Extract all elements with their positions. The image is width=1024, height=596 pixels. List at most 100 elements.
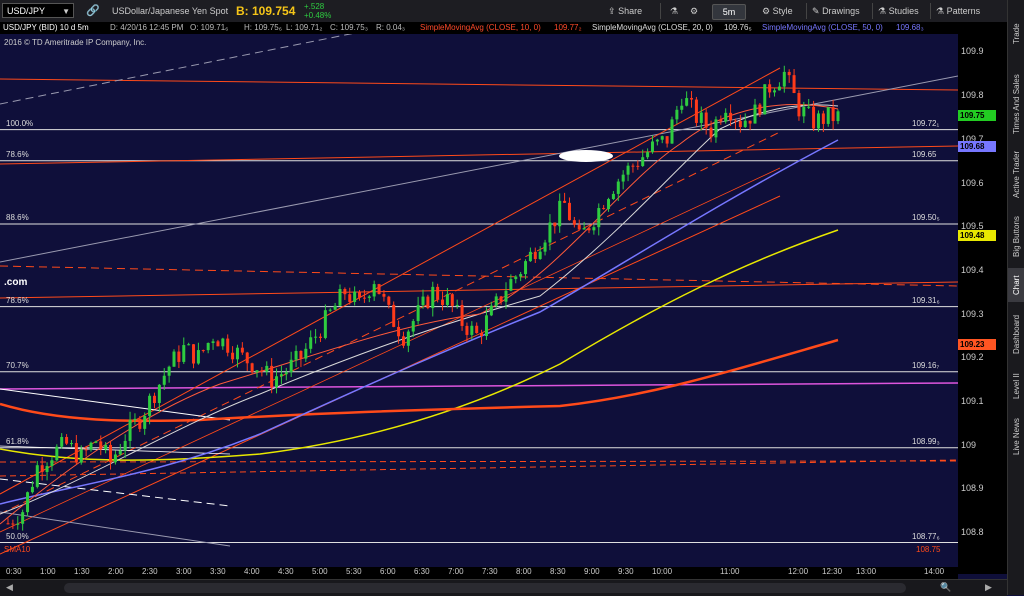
candle-up (528, 251, 532, 262)
chart-plot-area[interactable]: 2016 © TD Ameritrade IP Company, Inc. .c… (0, 34, 958, 574)
candle-down (109, 444, 113, 463)
candle-down (177, 351, 181, 362)
style-button[interactable]: ⚙ Style (762, 2, 793, 20)
candle-up (597, 208, 601, 228)
fib-level-pct: 78.6% (6, 149, 29, 159)
candle-down (465, 325, 469, 335)
studies-button[interactable]: ⚗ Studies (878, 2, 919, 20)
share-button[interactable]: ⇪ Share (608, 2, 642, 20)
sidebar-tab-live-news[interactable]: Live News (1008, 410, 1024, 464)
candle-up (26, 492, 30, 513)
divider (660, 3, 661, 19)
time-tick: 1:00 (40, 567, 56, 576)
candle-down (480, 333, 484, 337)
time-tick: 7:30 (482, 567, 498, 576)
bar-range: R: 0.04₃ (376, 23, 406, 32)
sidebar-tab-times-and-sales[interactable]: Times And Sales (1008, 72, 1024, 136)
time-tick: 3:30 (210, 567, 226, 576)
scroll-left-icon[interactable]: ◀ (6, 582, 13, 593)
scroll-right-icon[interactable]: ▶ (985, 582, 992, 593)
time-tick: 9:00 (584, 567, 600, 576)
candle-down (577, 224, 581, 230)
fib-level-price: 108.99₃ (912, 436, 940, 446)
bar-date: D: 4/20/16 12:45 PM (110, 23, 184, 32)
candle-down (377, 284, 381, 295)
sidebar-tab-chart[interactable]: Chart (1008, 268, 1024, 302)
trendline (0, 75, 958, 263)
flask-icon[interactable]: ⚗ (670, 2, 678, 20)
price-axis[interactable]: 109.9 109.8 109.7 109.6 109.5 109.4 109.3 109.2… (958, 22, 1007, 574)
scroll-thumb[interactable] (64, 583, 906, 593)
channel-line (0, 511, 231, 547)
candle-down (240, 347, 244, 353)
candle-down (387, 296, 391, 305)
copyright-watermark: 2016 © TD Ameritrade IP Company, Inc. (4, 38, 147, 47)
candle-down (99, 441, 103, 450)
settings-icon[interactable]: ⚙ (690, 2, 698, 20)
candle-up (60, 436, 64, 447)
candle-down (226, 338, 230, 353)
patterns-label: Patterns (946, 6, 981, 16)
price-tick: 109.9 (961, 46, 984, 57)
candle-up (675, 109, 679, 120)
candle-up (655, 139, 659, 142)
candle-up (626, 165, 630, 175)
trendline (0, 459, 958, 477)
sidebar-tab-active-trader[interactable]: Active Trader (1008, 142, 1024, 206)
sidebar-tab-big-buttons[interactable]: Big Buttons (1008, 212, 1024, 262)
sidebar-tab-trade[interactable]: Trade (1008, 4, 1024, 64)
time-axis[interactable]: 0:30 1:00 1:30 2:00 2:30 3:00 3:30 4:00 4:30 5:00… (0, 567, 958, 579)
fib-level-price: 108.77₆ (912, 531, 940, 541)
candle-up (807, 106, 811, 108)
candle-down (74, 443, 78, 463)
candle-up (50, 460, 54, 467)
sma-bottom-price: 108.75 (916, 545, 941, 554)
sidebar-tab-level-ii[interactable]: Level II (1008, 368, 1024, 404)
candle-down (201, 350, 205, 352)
sma50-value: 109.68₃ (896, 23, 924, 32)
patterns-button[interactable]: ⚗ Patterns (936, 2, 980, 20)
candle-up (69, 443, 73, 445)
price-label: 109.68 (958, 141, 996, 153)
price-chart[interactable] (0, 34, 958, 567)
symbol-selector[interactable]: USD/JPY ▼ (2, 3, 74, 18)
symbol-description: USDollar/Japanese Yen Spot (112, 6, 229, 16)
candle-up (514, 276, 518, 280)
candle-down (40, 465, 44, 472)
divider (930, 3, 931, 19)
time-tick: 13:00 (856, 567, 877, 576)
candle-up (113, 454, 117, 463)
candle-down (821, 113, 825, 124)
fib-level-pct: 50.0% (6, 531, 29, 541)
drawings-button[interactable]: ✎ Drawings (812, 2, 860, 20)
candle-down (587, 228, 591, 231)
candle-up (104, 444, 108, 450)
candle-up (714, 119, 718, 138)
candle-up (406, 331, 410, 346)
candle-down (694, 99, 698, 123)
time-tick: 12:30 (822, 567, 843, 576)
sidebar-tab-dashboard[interactable]: Dashboard (1008, 306, 1024, 362)
channel-line (0, 131, 781, 515)
trendline (0, 78, 958, 91)
chevron-down-icon[interactable]: ▼ (62, 4, 70, 19)
candle-up (470, 325, 474, 335)
candle-up (504, 290, 508, 302)
trendline (0, 145, 958, 165)
time-tick: 11:00 (720, 567, 740, 576)
timeframe-button[interactable]: 5m (712, 4, 746, 20)
sma10-value: 109.77₂ (554, 23, 582, 32)
candle-down (441, 299, 445, 306)
time-tick: 5:30 (346, 567, 362, 576)
candle-up (509, 279, 513, 291)
candle-down (792, 75, 796, 93)
candle-up (753, 104, 757, 124)
candle-down (358, 291, 362, 298)
candle-up (802, 106, 806, 117)
link-icon[interactable]: 🔗 (86, 0, 100, 22)
zoom-icon[interactable]: 🔍 (940, 582, 951, 593)
fib-level-price: 109.65 (912, 149, 937, 159)
candle-down (436, 286, 440, 300)
chart-scrollbar[interactable]: ◀ 🔍 ▶ (0, 579, 1007, 596)
candle-up (685, 98, 689, 106)
